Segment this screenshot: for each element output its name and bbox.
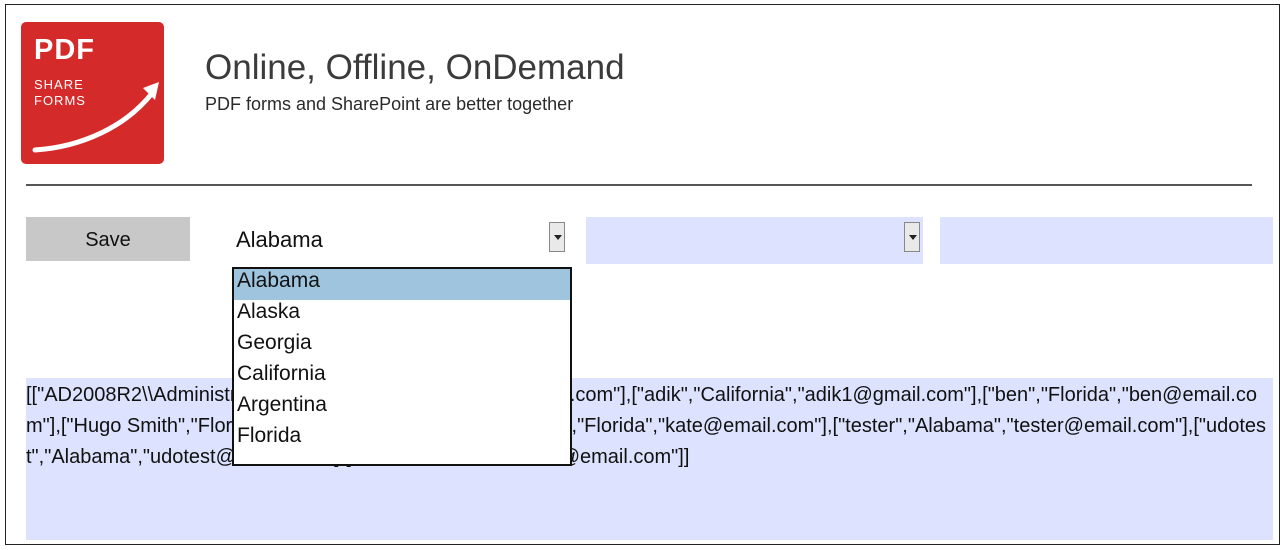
third-field[interactable] xyxy=(940,217,1273,264)
state-select[interactable]: Alabama xyxy=(232,217,569,264)
chevron-down-icon xyxy=(909,235,917,240)
header-divider xyxy=(26,184,1252,186)
logo-arrow-icon xyxy=(32,82,159,153)
state-dropdown-button[interactable] xyxy=(549,222,565,252)
chevron-down-icon xyxy=(554,235,562,240)
output-textarea[interactable]: [["AD2008R2\\Administrator","Florida","J… xyxy=(26,378,1273,540)
dropdown-option[interactable]: Alabama xyxy=(234,269,570,300)
dropdown-option[interactable]: Argentina xyxy=(234,393,570,424)
page-title: Online, Offline, OnDemand xyxy=(205,48,625,87)
save-button[interactable]: Save xyxy=(26,217,190,261)
page-subtitle: PDF forms and SharePoint are better toge… xyxy=(205,94,574,114)
state-dropdown-list: Alabama Alaska Georgia California Argent… xyxy=(232,267,572,466)
output-text: [["AD2008R2\\Administrator","Florida","J… xyxy=(26,384,1267,468)
state-select-value: Alabama xyxy=(236,227,323,252)
pdfshareforms-logo: PDF SHARE FORMS xyxy=(21,22,164,164)
dropdown-option[interactable]: Alaska xyxy=(234,300,570,331)
dropdown-option[interactable]: California xyxy=(234,362,570,393)
dropdown-option[interactable]: Florida xyxy=(234,424,570,455)
second-dropdown-button[interactable] xyxy=(904,222,920,252)
second-select[interactable] xyxy=(586,217,923,264)
dropdown-option[interactable]: Georgia xyxy=(234,331,570,362)
